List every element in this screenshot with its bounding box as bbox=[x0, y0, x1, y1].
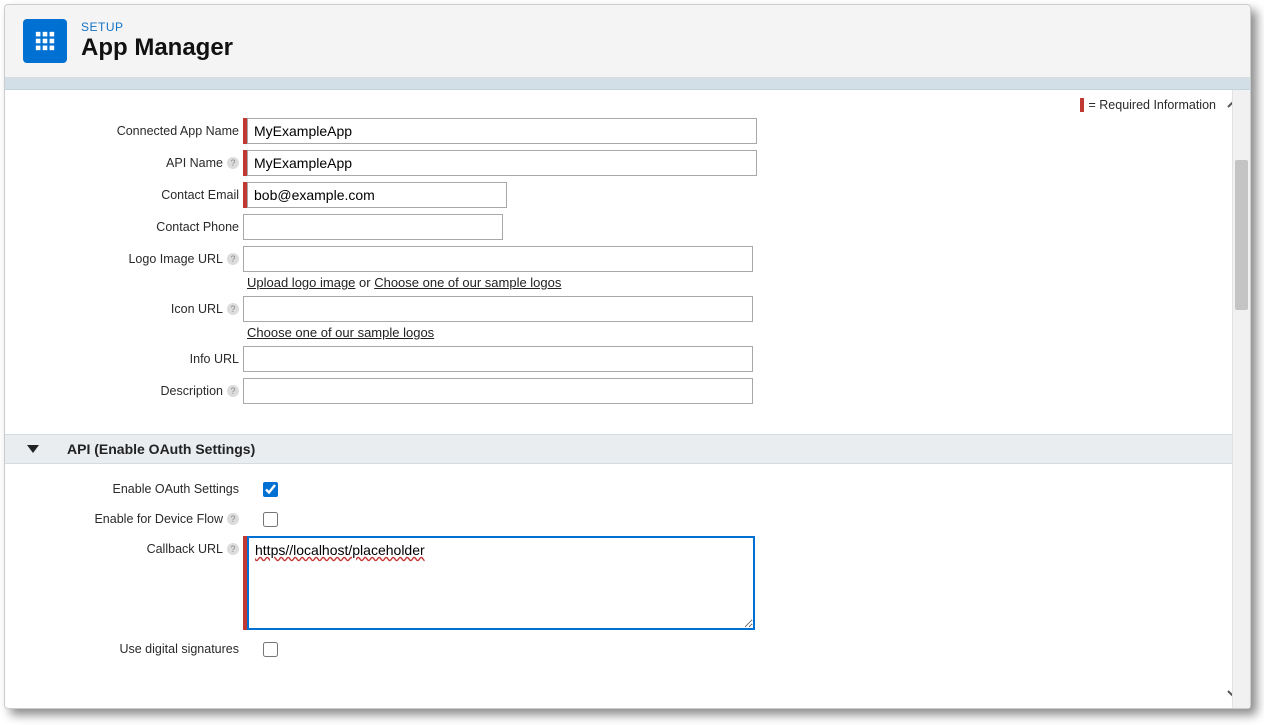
description-input[interactable] bbox=[243, 378, 753, 404]
row-use-digital-signatures: Use digital signatures bbox=[25, 636, 1230, 660]
row-enable-device-flow: Enable for Device Flow ? bbox=[25, 506, 1230, 530]
label-info-url: Info URL bbox=[25, 346, 243, 366]
label-callback-url: Callback URL bbox=[147, 542, 223, 556]
row-connected-app-name: Connected App Name bbox=[25, 118, 1230, 144]
required-legend-text: = Required Information bbox=[1088, 98, 1216, 112]
label-connected-app-name: Connected App Name bbox=[25, 118, 243, 138]
label-icon-url: Icon URL bbox=[171, 302, 223, 316]
scrollbar-thumb[interactable] bbox=[1235, 160, 1248, 310]
label-api-name: API Name bbox=[166, 156, 223, 170]
app-manager-page: SETUP App Manager = Required Information… bbox=[4, 4, 1251, 709]
choose-sample-icon-link[interactable]: Choose one of our sample logos bbox=[247, 325, 434, 340]
app-tile bbox=[23, 19, 67, 63]
label-use-digital-signatures: Use digital signatures bbox=[25, 636, 243, 656]
icon-url-input[interactable] bbox=[243, 296, 753, 322]
label-logo-image-url: Logo Image URL bbox=[128, 252, 223, 266]
help-icon[interactable]: ? bbox=[227, 157, 239, 169]
row-contact-phone: Contact Phone bbox=[25, 214, 1230, 240]
oauth-form-area: Enable OAuth Settings Enable for Device … bbox=[5, 472, 1250, 676]
help-icon[interactable]: ? bbox=[227, 513, 239, 525]
help-icon[interactable]: ? bbox=[227, 253, 239, 265]
label-contact-phone: Contact Phone bbox=[25, 214, 243, 234]
row-api-name: API Name ? bbox=[25, 150, 1230, 176]
form-area: Connected App Name API Name ? bbox=[5, 90, 1250, 420]
page-header: SETUP App Manager bbox=[5, 5, 1250, 78]
contact-phone-input[interactable] bbox=[243, 214, 503, 240]
label-enable-device-flow: Enable for Device Flow bbox=[94, 512, 223, 526]
info-url-input[interactable] bbox=[243, 346, 753, 372]
page-title: App Manager bbox=[81, 34, 233, 62]
row-contact-email: Contact Email bbox=[25, 182, 1230, 208]
enable-device-flow-checkbox[interactable] bbox=[263, 512, 278, 527]
grid-icon bbox=[34, 30, 56, 52]
row-logo-image-url: Logo Image URL ? Upload logo image or Ch… bbox=[25, 246, 1230, 290]
upload-logo-link[interactable]: Upload logo image bbox=[247, 275, 355, 290]
oauth-section-header[interactable]: API (Enable OAuth Settings) bbox=[5, 434, 1250, 464]
required-mark-icon bbox=[1080, 98, 1084, 112]
row-info-url: Info URL bbox=[25, 346, 1230, 372]
label-description: Description bbox=[160, 384, 223, 398]
header-eyebrow: SETUP bbox=[81, 20, 233, 34]
label-contact-email: Contact Email bbox=[25, 182, 243, 202]
content-area: = Required Information Connected App Nam… bbox=[5, 90, 1250, 708]
row-enable-oauth: Enable OAuth Settings bbox=[25, 476, 1230, 500]
logo-hint-line: Upload logo image or Choose one of our s… bbox=[247, 275, 753, 290]
logo-image-url-input[interactable] bbox=[243, 246, 753, 272]
row-description: Description ? bbox=[25, 378, 1230, 404]
contact-email-input[interactable] bbox=[247, 182, 507, 208]
required-legend: = Required Information bbox=[1080, 98, 1216, 112]
vertical-scrollbar[interactable] bbox=[1232, 90, 1250, 708]
help-icon[interactable]: ? bbox=[227, 543, 239, 555]
row-icon-url: Icon URL ? Choose one of our sample logo… bbox=[25, 296, 1230, 340]
help-icon[interactable]: ? bbox=[227, 303, 239, 315]
callback-url-textarea[interactable] bbox=[247, 536, 755, 630]
row-callback-url: Callback URL ? bbox=[25, 536, 1230, 630]
enable-oauth-checkbox[interactable] bbox=[263, 482, 278, 497]
decorative-strip bbox=[5, 78, 1250, 90]
help-icon[interactable]: ? bbox=[227, 385, 239, 397]
collapse-arrow-icon bbox=[27, 445, 39, 453]
api-name-input[interactable] bbox=[247, 150, 757, 176]
label-enable-oauth: Enable OAuth Settings bbox=[25, 476, 243, 496]
use-digital-signatures-checkbox[interactable] bbox=[263, 642, 278, 657]
oauth-section-title: API (Enable OAuth Settings) bbox=[67, 441, 255, 457]
connected-app-name-input[interactable] bbox=[247, 118, 757, 144]
choose-sample-logo-link[interactable]: Choose one of our sample logos bbox=[374, 275, 561, 290]
header-text: SETUP App Manager bbox=[81, 20, 233, 62]
